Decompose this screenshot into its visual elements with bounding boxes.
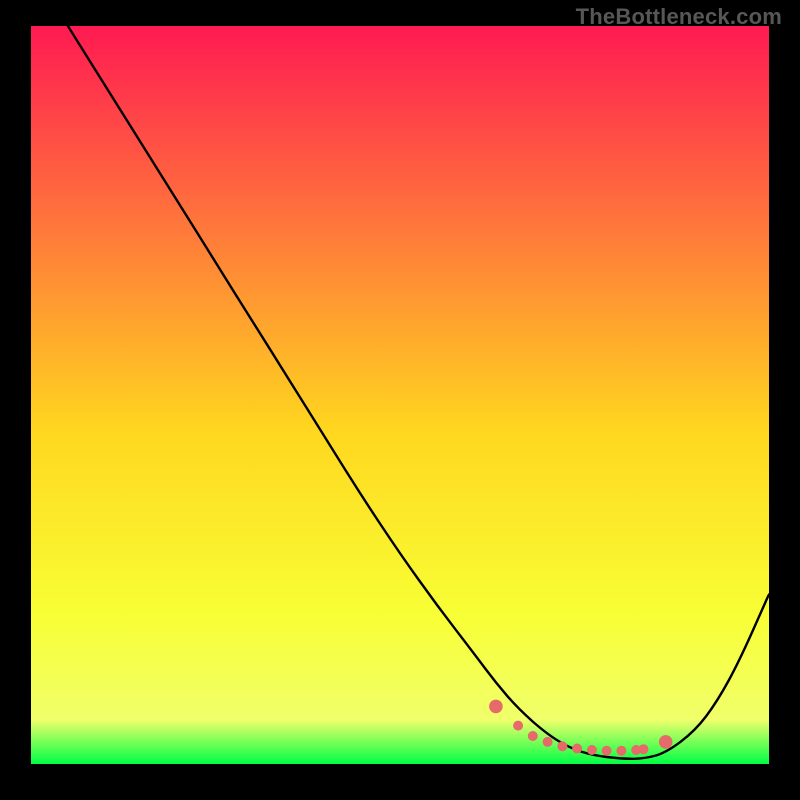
data-dot [528,731,538,741]
data-dot [513,721,523,731]
data-dot [489,700,503,714]
data-dot [616,746,626,756]
chart-frame: TheBottleneck.com [0,0,800,800]
data-dot-cluster [489,700,672,756]
data-dot [587,745,597,755]
data-dot [572,744,582,754]
data-dot [639,744,649,754]
bottleneck-curve [68,26,769,759]
data-dot [543,737,553,747]
data-dot [659,735,673,749]
watermark-text: TheBottleneck.com [576,4,782,30]
plot-area [31,26,769,764]
data-dot [602,746,612,756]
data-dot [557,741,567,751]
bottleneck-curve-layer [31,26,769,764]
